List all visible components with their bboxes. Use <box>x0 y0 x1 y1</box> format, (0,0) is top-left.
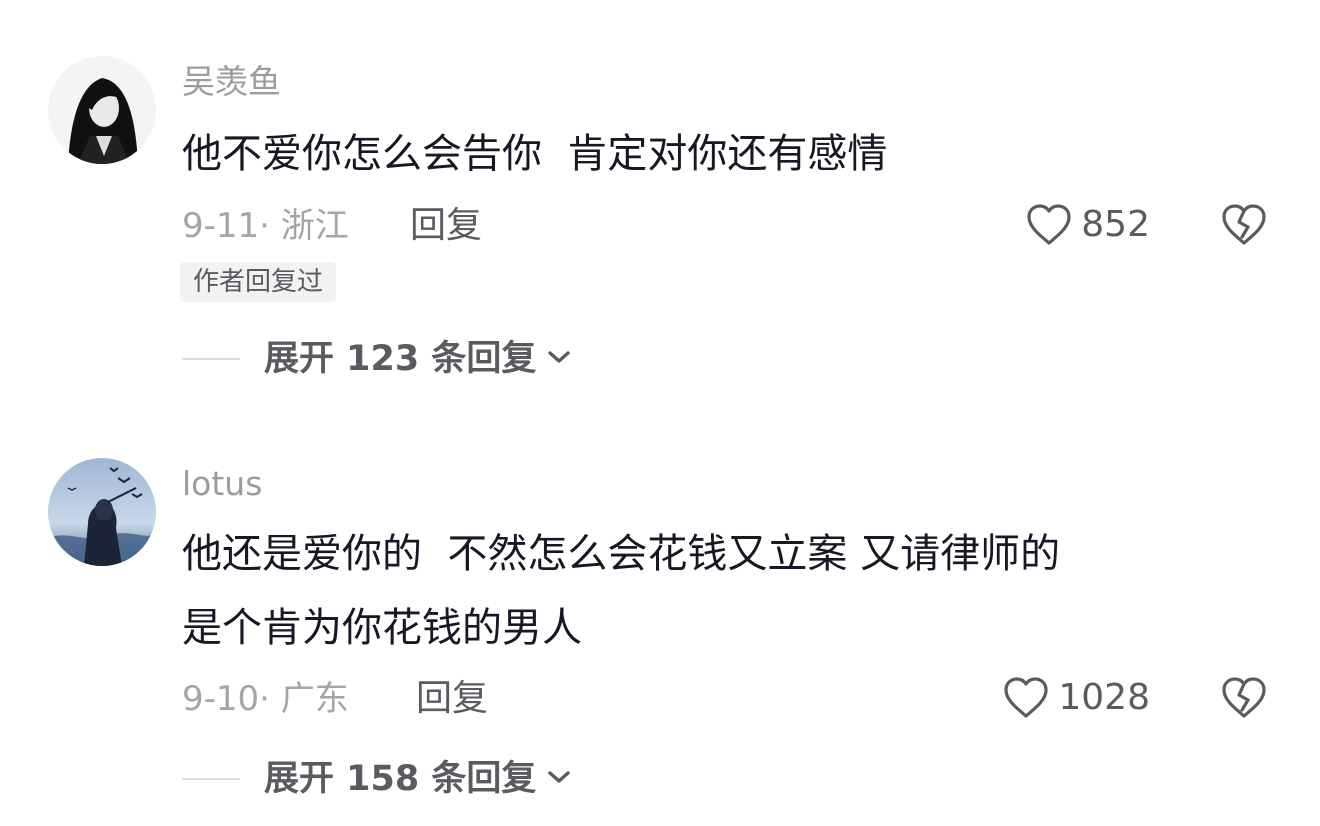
comment-meta: 9-10· 广东 <box>182 679 349 719</box>
author-replied-tag: 作者回复过 <box>180 262 337 302</box>
dislike-button[interactable] <box>1220 676 1268 724</box>
heart-outline-icon <box>1004 677 1048 718</box>
avatar[interactable] <box>48 56 156 164</box>
like-button[interactable]: 1028 <box>1002 676 1150 720</box>
broken-heart-icon <box>1222 204 1266 245</box>
avatar-image <box>48 458 156 566</box>
comment-meta: 9-11· 浙江 <box>182 206 349 246</box>
like-count: 1028 <box>1058 677 1150 718</box>
avatar[interactable] <box>48 458 156 566</box>
expand-replies-button[interactable]: 展开 158 条回复 <box>182 758 572 800</box>
comment-text: 是个肯为你花钱的男人 <box>182 605 582 651</box>
comment-text: 他不爱你怎么会告你 肯定对你还有感情 <box>182 131 888 177</box>
like-button[interactable]: 852 <box>1025 203 1150 247</box>
reply-button[interactable]: 回复 <box>410 206 482 246</box>
heart-outline-icon <box>1027 204 1071 245</box>
username[interactable]: 吴羡鱼 <box>182 62 281 102</box>
chevron-down-icon <box>546 768 572 790</box>
dislike-button[interactable] <box>1220 203 1268 251</box>
expand-replies-button[interactable]: 展开 123 条回复 <box>182 338 572 380</box>
broken-heart-icon <box>1222 677 1266 718</box>
like-count: 852 <box>1081 204 1150 245</box>
chevron-down-icon <box>546 348 572 370</box>
username[interactable]: lotus <box>182 464 262 504</box>
expand-replies-label: 展开 158 条回复 <box>264 759 537 799</box>
avatar-image <box>48 56 156 164</box>
divider <box>182 358 240 360</box>
reply-button[interactable]: 回复 <box>416 679 488 719</box>
expand-replies-label: 展开 123 条回复 <box>264 339 537 379</box>
divider <box>182 778 240 780</box>
comment-text: 他还是爱你的 不然怎么会花钱又立案 又请律师的 <box>182 531 1061 577</box>
